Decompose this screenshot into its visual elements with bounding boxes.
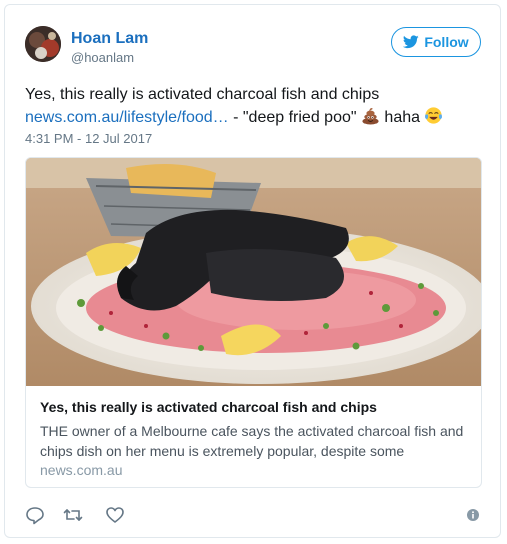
info-icon[interactable] — [467, 509, 479, 521]
display-name[interactable]: Hoan Lam — [71, 30, 148, 48]
tweet-timestamp[interactable]: 4:31 PM - 12 Jul 2017 — [25, 131, 152, 146]
article-photo — [26, 158, 481, 386]
tweet-card: Hoan Lam @hoanlam Follow Yes, this reall… — [4, 4, 501, 538]
card-title[interactable]: Yes, this really is activated charcoal f… — [40, 399, 377, 415]
face-with-tears-of-joy-emoji — [425, 107, 443, 124]
card-description: THE owner of a Melbourne cafe says the a… — [40, 423, 464, 459]
user-handle[interactable]: @hoanlam — [71, 50, 134, 65]
link-preview-card[interactable]: Yes, this really is activated charcoal f… — [25, 157, 482, 488]
reply-icon[interactable] — [25, 505, 45, 525]
card-domain: news.com.au — [40, 462, 123, 478]
user-avatar-image — [25, 26, 61, 62]
tweet-text-line-2: news.com.au/lifestyle/food… - "deep frie… — [25, 106, 485, 129]
twitter-bird-icon — [403, 35, 420, 49]
tweet-text: Yes, this really is activated charcoal f… — [25, 83, 485, 129]
pile-of-poo-emoji — [362, 108, 379, 125]
tweet-link[interactable]: news.com.au/lifestyle/food… — [25, 109, 229, 126]
follow-button[interactable]: Follow — [391, 27, 481, 57]
like-icon[interactable] — [105, 505, 125, 525]
tweet-text-line-1: Yes, this really is activated charcoal f… — [25, 86, 380, 103]
tweet-text-haha: haha — [379, 109, 425, 126]
tweet-text-after-link: - "deep fried poo" — [228, 109, 361, 126]
follow-button-label: Follow — [424, 34, 469, 50]
avatar[interactable] — [25, 26, 61, 62]
retweet-icon[interactable] — [63, 505, 83, 525]
